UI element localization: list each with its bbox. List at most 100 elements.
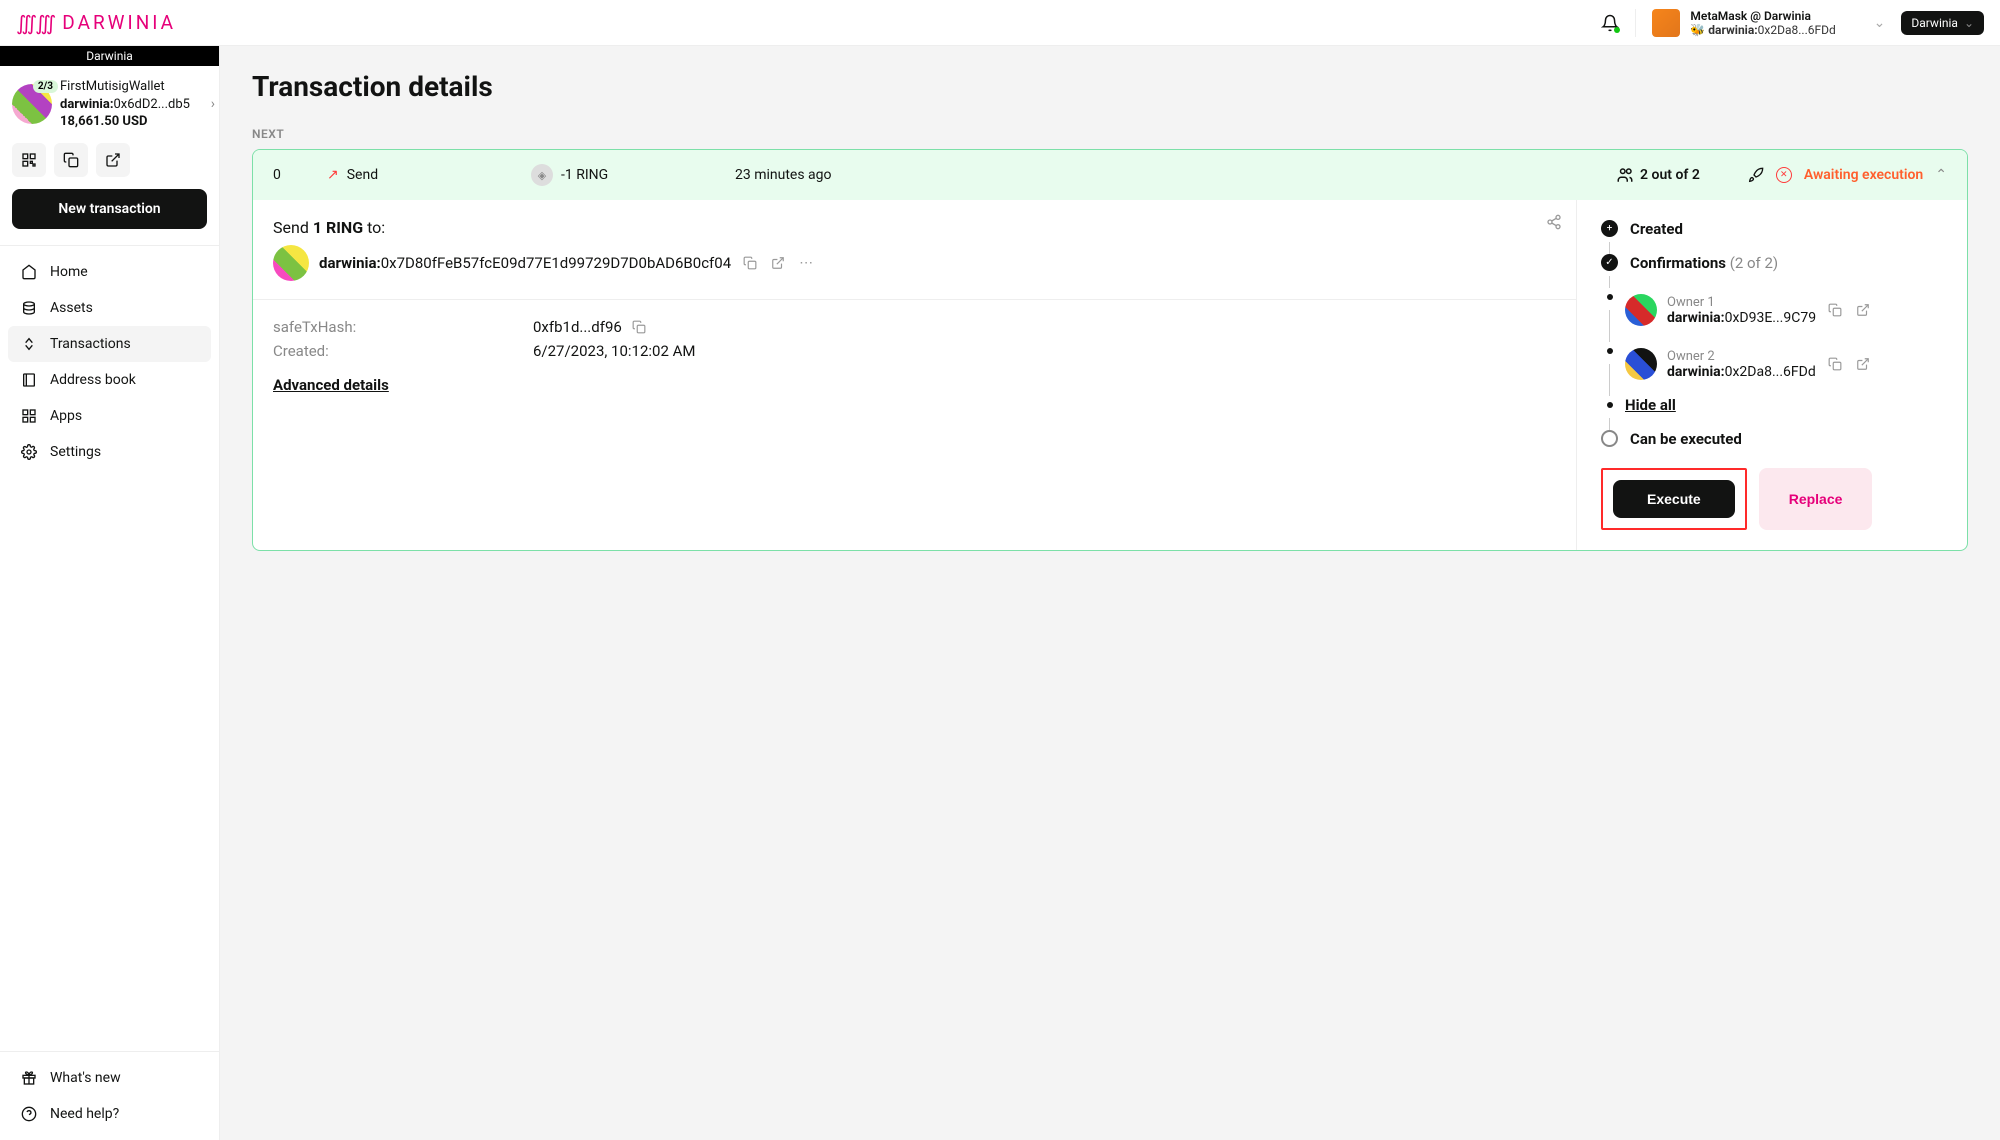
copy-icon[interactable]: [741, 254, 759, 272]
network-selector[interactable]: Darwinia ⌄: [1901, 11, 1984, 35]
share-icon[interactable]: [1546, 214, 1562, 230]
wallet-provider-label: MetaMask @ Darwinia: [1690, 9, 1835, 23]
tx-nonce: 0: [273, 167, 303, 183]
sidebar-item-need-help[interactable]: Need help?: [8, 1096, 211, 1132]
section-label: NEXT: [252, 127, 1968, 141]
external-link-icon: [105, 152, 121, 168]
owner2-avatar: [1625, 348, 1657, 380]
rocket-icon: [1748, 167, 1764, 183]
send-summary-line: Send 1 RING to:: [273, 218, 1556, 237]
brand-logo[interactable]: ∭∭ DARWINIA: [16, 11, 176, 35]
copy-icon: [63, 152, 79, 168]
external-link-icon[interactable]: [769, 254, 787, 272]
tx-time-label: 23 minutes ago: [735, 167, 915, 183]
replace-button[interactable]: Replace: [1759, 468, 1873, 530]
owner1-address: darwinia:0xD93E...9C79: [1667, 310, 1816, 326]
network-label: Darwinia: [1911, 16, 1958, 30]
chain-badge: Darwinia: [0, 46, 219, 66]
step-execute-icon: [1601, 430, 1618, 447]
cancel-icon[interactable]: ✕: [1776, 167, 1792, 183]
recipient-avatar: [273, 245, 309, 281]
qr-button[interactable]: [12, 143, 46, 177]
safe-wallet-card[interactable]: 2/3 FirstMutisigWallet darwinia:0x6dD2..…: [0, 66, 219, 143]
owner-bullet: [1607, 294, 1613, 300]
gear-icon: [20, 444, 38, 460]
new-transaction-button[interactable]: New transaction: [12, 189, 207, 229]
sidebar-item-label: Address book: [50, 372, 136, 388]
gift-icon: [20, 1070, 38, 1086]
owner2-label: Owner 2: [1667, 349, 1816, 364]
external-link-icon[interactable]: [1854, 355, 1872, 373]
sidebar-item-label: Apps: [50, 408, 82, 424]
execute-highlight-box: Execute: [1601, 468, 1747, 530]
sidebar-item-assets[interactable]: Assets: [8, 290, 211, 326]
sidebar-item-label: Transactions: [50, 336, 131, 352]
safe-name: FirstMutisigWallet: [60, 78, 190, 96]
owner2-address: darwinia:0x2Da8...6FDd: [1667, 364, 1816, 380]
confirmations-count: (2 of 2): [1730, 254, 1778, 272]
bullet: [1607, 402, 1613, 408]
safe-address: darwinia:0x6dD2...db5: [60, 96, 190, 114]
logo-glyph-icon: ∭∭: [16, 11, 54, 35]
wallet-address-label: 🐝 darwinia:0x2Da8...6FDd: [1690, 23, 1835, 37]
more-icon[interactable]: ⋯: [797, 253, 815, 273]
sidebar-item-label: Assets: [50, 300, 93, 316]
home-icon: [20, 264, 38, 280]
copy-icon[interactable]: [1826, 301, 1844, 319]
step-created-icon: +: [1601, 220, 1618, 237]
book-icon: [20, 372, 38, 388]
created-label: Created:: [273, 342, 533, 360]
sidebar-item-address-book[interactable]: Address book: [8, 362, 211, 398]
help-icon: [20, 1106, 38, 1122]
sig-count-label: 2 out of 2: [1640, 167, 1700, 183]
page-title: Transaction details: [252, 70, 1968, 103]
step-confirmations-icon: ✓: [1601, 254, 1618, 271]
hide-all-link[interactable]: Hide all: [1625, 396, 1676, 414]
token-icon: ◈: [531, 164, 553, 186]
hash-value: 0xfb1d...df96: [533, 318, 622, 336]
execute-button[interactable]: Execute: [1613, 480, 1735, 518]
notifications-bell[interactable]: [1601, 14, 1619, 32]
send-arrow-icon: ↗: [327, 167, 339, 183]
hash-label: safeTxHash:: [273, 318, 533, 336]
transaction-card: 0 ↗ Send ◈ -1 RING 23 minutes ago 2 out …: [252, 149, 1968, 551]
safe-balance: 18,661.50 USD: [60, 113, 190, 131]
brand-text: DARWINIA: [62, 11, 176, 34]
apps-icon: [20, 408, 38, 424]
copy-button[interactable]: [54, 143, 88, 177]
tx-summary-row[interactable]: 0 ↗ Send ◈ -1 RING 23 minutes ago 2 out …: [253, 150, 1967, 200]
recipient-address: darwinia:0x7D80fFeB57fcE09d77E1d99729D7D…: [319, 254, 731, 272]
sidebar-item-label: What's new: [50, 1070, 121, 1086]
sidebar-item-label: Need help?: [50, 1106, 119, 1122]
qr-icon: [21, 152, 37, 168]
sidebar-item-whats-new[interactable]: What's new: [8, 1060, 211, 1096]
chevron-down-icon: ⌄: [1874, 15, 1886, 31]
advanced-details-link[interactable]: Advanced details: [273, 376, 389, 394]
owner1-avatar: [1625, 294, 1657, 326]
sidebar-item-transactions[interactable]: Transactions: [8, 326, 211, 362]
transactions-icon: [20, 336, 38, 352]
step-created-label: Created: [1630, 220, 1683, 238]
tx-amount-label: -1 RING: [561, 167, 608, 183]
sidebar-item-label: Settings: [50, 444, 101, 460]
step-execute-label: Can be executed: [1630, 430, 1742, 448]
chevron-down-icon: ⌄: [1964, 16, 1974, 30]
owner-bullet: [1607, 348, 1613, 354]
copy-icon[interactable]: [630, 318, 648, 336]
tx-status-label: Awaiting execution: [1804, 167, 1923, 183]
safe-avatar: 2/3: [12, 84, 52, 124]
notification-dot: [1614, 27, 1620, 33]
chevron-up-icon: ⌃: [1935, 167, 1947, 183]
copy-icon[interactable]: [1826, 355, 1844, 373]
created-value: 6/27/2023, 10:12:02 AM: [533, 342, 696, 360]
owner1-label: Owner 1: [1667, 295, 1816, 310]
signers-icon: [1616, 166, 1634, 184]
tx-type-label: Send: [347, 167, 378, 183]
external-link-icon[interactable]: [1854, 301, 1872, 319]
sidebar-item-home[interactable]: Home: [8, 254, 211, 290]
sidebar-item-apps[interactable]: Apps: [8, 398, 211, 434]
connected-wallet[interactable]: MetaMask @ Darwinia 🐝 darwinia:0x2Da8...…: [1635, 9, 1885, 37]
sidebar-item-label: Home: [50, 264, 88, 280]
external-link-button[interactable]: [96, 143, 130, 177]
sidebar-item-settings[interactable]: Settings: [8, 434, 211, 470]
